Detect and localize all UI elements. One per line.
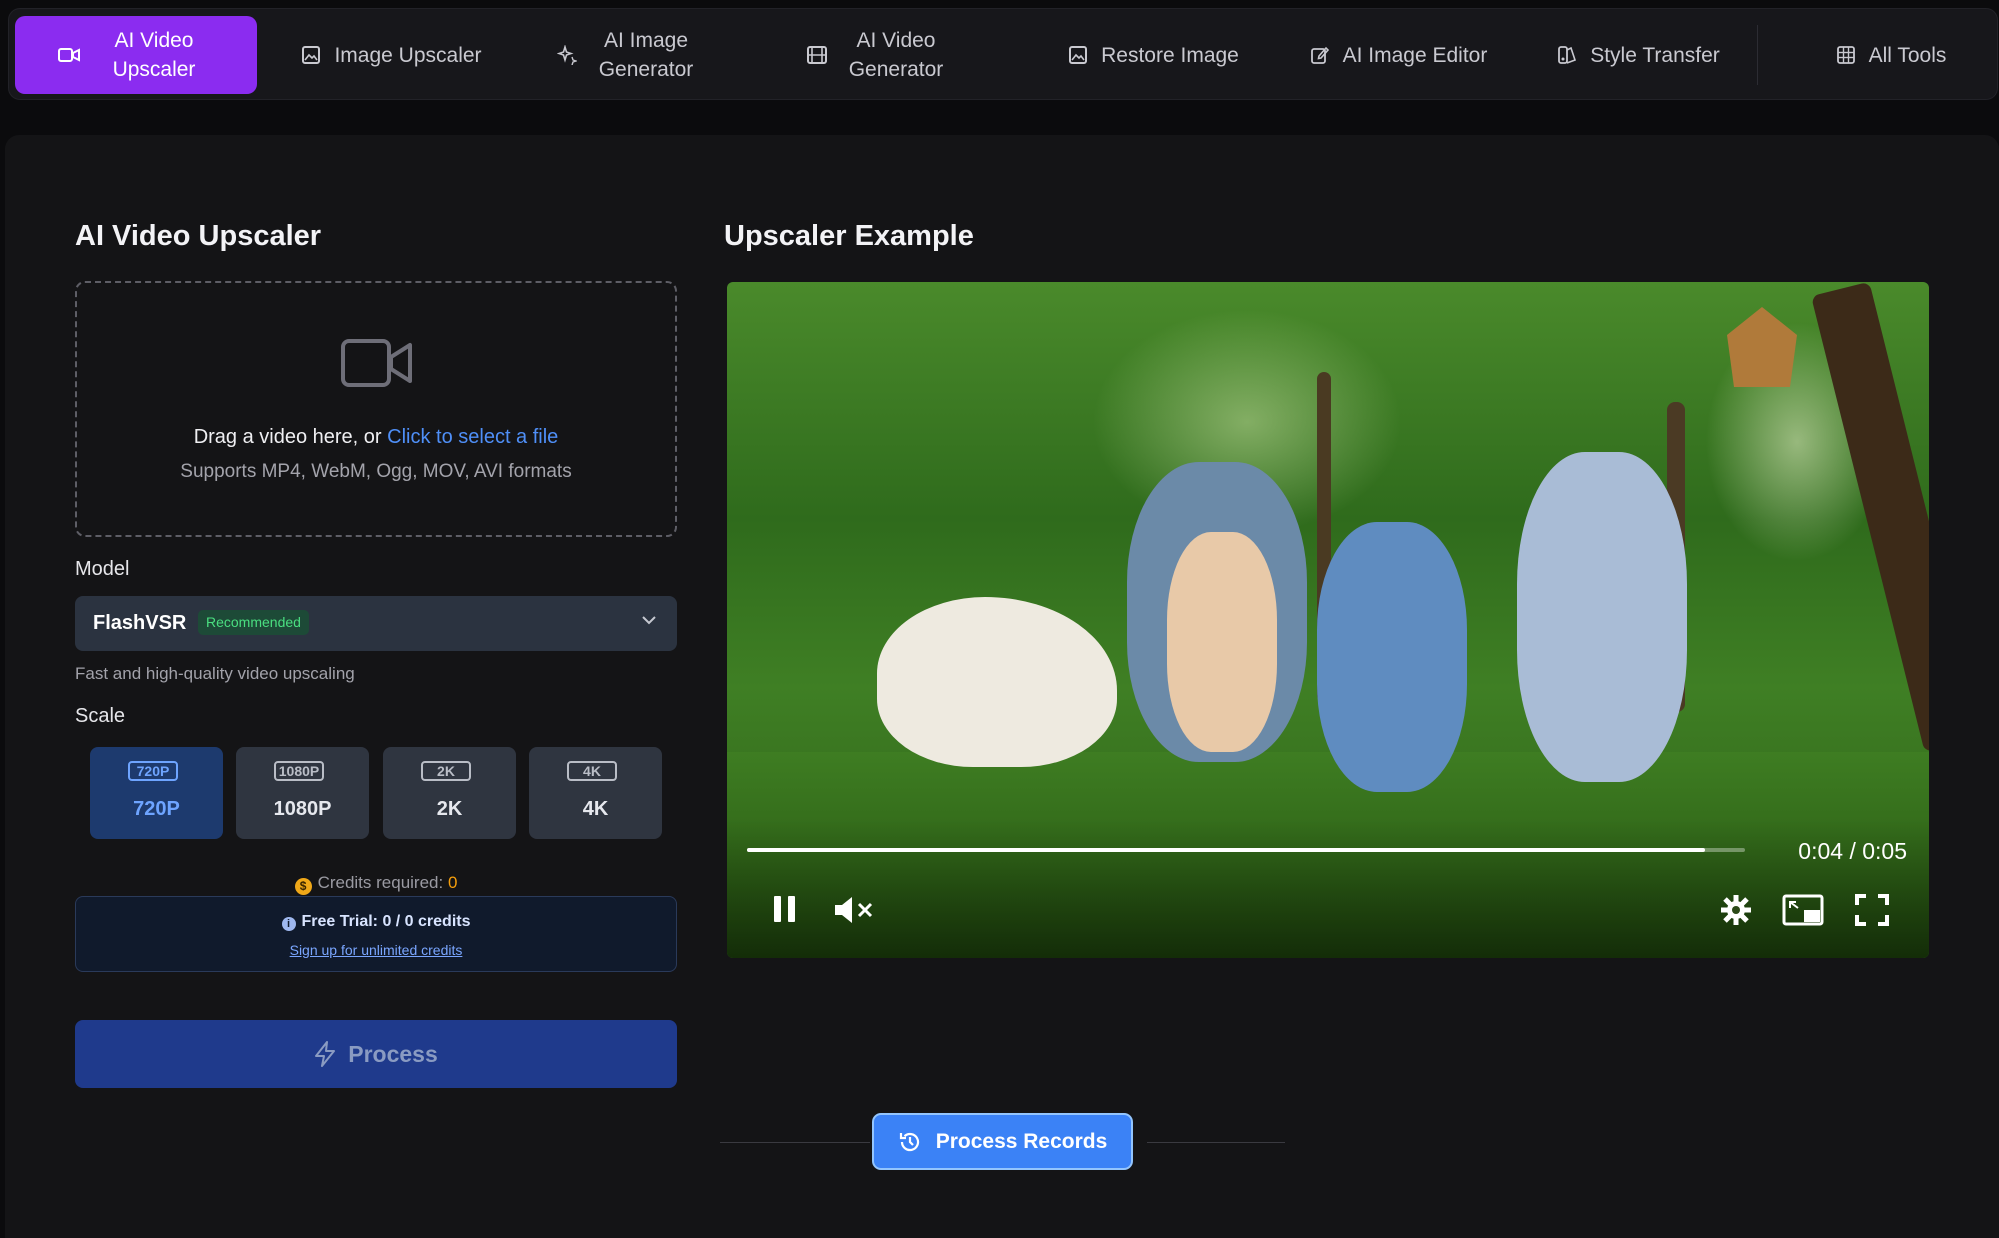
recommended-badge: Recommended — [198, 610, 309, 635]
video-camera-icon — [341, 339, 412, 387]
picture-in-picture-icon[interactable] — [1782, 894, 1824, 926]
nav-label: Restore Image — [1101, 43, 1239, 67]
pause-icon[interactable] — [771, 894, 799, 924]
example-video-player[interactable]: 0:04 / 0:05 — [727, 282, 1929, 958]
free-trial-text: Free Trial: 0 / 0 credits — [301, 913, 471, 930]
sign-up-link[interactable]: Sign up for unlimited credits — [76, 942, 676, 958]
model-label: Model — [75, 558, 130, 580]
scale-option-4k[interactable]: 4K 4K — [529, 747, 662, 839]
sparkles-icon — [557, 45, 577, 65]
nav-label: AI Video Upscaler — [112, 29, 196, 81]
video-controls — [727, 818, 1929, 958]
nav-label: AI Image Generator — [598, 29, 694, 81]
dropzone-instruction: Drag a video here, or Click to select a … — [77, 426, 675, 449]
resolution-icon: 2K — [421, 761, 471, 781]
nav-item-all-tools[interactable]: All Tools — [1809, 16, 1974, 94]
select-file-link[interactable]: Click to select a file — [387, 426, 558, 448]
credits-value: 0 — [447, 873, 458, 892]
credits-label: Credits required: — [317, 873, 448, 892]
scale-option-label: 1080P — [273, 798, 332, 820]
grid-icon — [1836, 46, 1855, 64]
video-dropzone[interactable]: Drag a video here, or Click to select a … — [75, 281, 677, 537]
fullscreen-icon[interactable] — [1855, 894, 1889, 926]
boy — [1167, 532, 1277, 752]
resolution-icon: 1080P — [274, 761, 324, 781]
page-title: AI Video Upscaler — [75, 220, 322, 252]
scale-option-2k[interactable]: 2K 2K — [383, 747, 516, 839]
divider-right — [1147, 1142, 1285, 1143]
nav-label: AI Image Editor — [1342, 43, 1488, 67]
model-description: Fast and high-quality video upscaling — [75, 664, 355, 683]
nav-label: Image Upscaler — [334, 43, 482, 67]
scale-label: Scale — [75, 705, 126, 727]
mute-icon[interactable] — [833, 894, 877, 926]
divider-left — [720, 1142, 870, 1143]
dropzone-text: Drag a video here, or — [193, 426, 388, 448]
video-progress-fill — [747, 848, 1706, 852]
birdhouse — [1727, 307, 1797, 387]
process-records-label: Process Records — [935, 1129, 1108, 1153]
coin-icon: $ — [294, 878, 312, 895]
nav-divider — [1757, 25, 1758, 85]
free-trial-box: i Free Trial: 0 / 0 credits Sign up for u… — [75, 896, 677, 972]
credits-required: $ Credits required: 0 — [75, 873, 677, 895]
scale-option-label: 720P — [133, 798, 180, 820]
info-icon: i — [281, 917, 296, 931]
nav-item-style-transfer[interactable]: Style Transfer — [1539, 16, 1739, 94]
nav-label: AI Video Generator — [848, 29, 944, 81]
process-button[interactable]: Process — [75, 1020, 677, 1088]
girl — [1317, 522, 1467, 792]
free-trial-status: i Free Trial: 0 / 0 credits — [76, 913, 676, 931]
mother — [1517, 452, 1687, 782]
top-navigation: AI Video Upscaler Image Upscaler AI Imag… — [8, 8, 1998, 100]
history-icon — [899, 1132, 919, 1151]
lightning-icon — [315, 1041, 336, 1067]
resolution-icon: 4K — [567, 761, 617, 781]
scale-option-label: 4K — [582, 798, 609, 820]
nav-item-ai-video-generator[interactable]: AI Video Generator — [779, 16, 979, 94]
process-label: Process — [348, 1040, 438, 1067]
scale-option-720p[interactable]: 720P 720P — [90, 747, 223, 839]
image-icon — [302, 46, 321, 64]
video-time: 0:04 / 0:05 — [1798, 838, 1907, 864]
chevron-down-icon — [642, 616, 656, 625]
tree-trunk — [1811, 282, 1929, 753]
scale-option-1080p[interactable]: 1080P 1080P — [236, 747, 369, 839]
process-records-button[interactable]: Process Records — [872, 1113, 1133, 1170]
settings-gear-icon[interactable] — [1720, 894, 1752, 926]
nav-item-restore-image[interactable]: Restore Image — [1044, 16, 1264, 94]
palette-icon — [1558, 46, 1577, 64]
model-selected: FlashVSR — [93, 612, 187, 634]
video-progress-bar[interactable] — [747, 848, 1745, 852]
nav-label: Style Transfer — [1590, 43, 1720, 67]
model-select[interactable]: FlashVSR Recommended — [75, 596, 677, 651]
supported-formats: Supports MP4, WebM, Ogg, MOV, AVI format… — [180, 461, 572, 482]
edit-icon — [1310, 46, 1329, 64]
dog — [877, 597, 1117, 767]
nav-label: All Tools — [1868, 43, 1947, 67]
image-icon — [1069, 46, 1088, 64]
video-icon — [58, 48, 80, 62]
nav-item-ai-image-editor[interactable]: AI Image Editor — [1289, 16, 1509, 94]
scale-option-label: 2K — [436, 798, 463, 820]
resolution-icon: 720P — [128, 761, 178, 781]
nav-item-ai-video-upscaler[interactable]: AI Video Upscaler — [15, 16, 257, 94]
nav-item-image-upscaler[interactable]: Image Upscaler — [292, 16, 492, 94]
film-icon — [807, 46, 827, 64]
example-title: Upscaler Example — [724, 220, 974, 252]
nav-item-ai-image-generator[interactable]: AI Image Generator — [529, 16, 729, 94]
